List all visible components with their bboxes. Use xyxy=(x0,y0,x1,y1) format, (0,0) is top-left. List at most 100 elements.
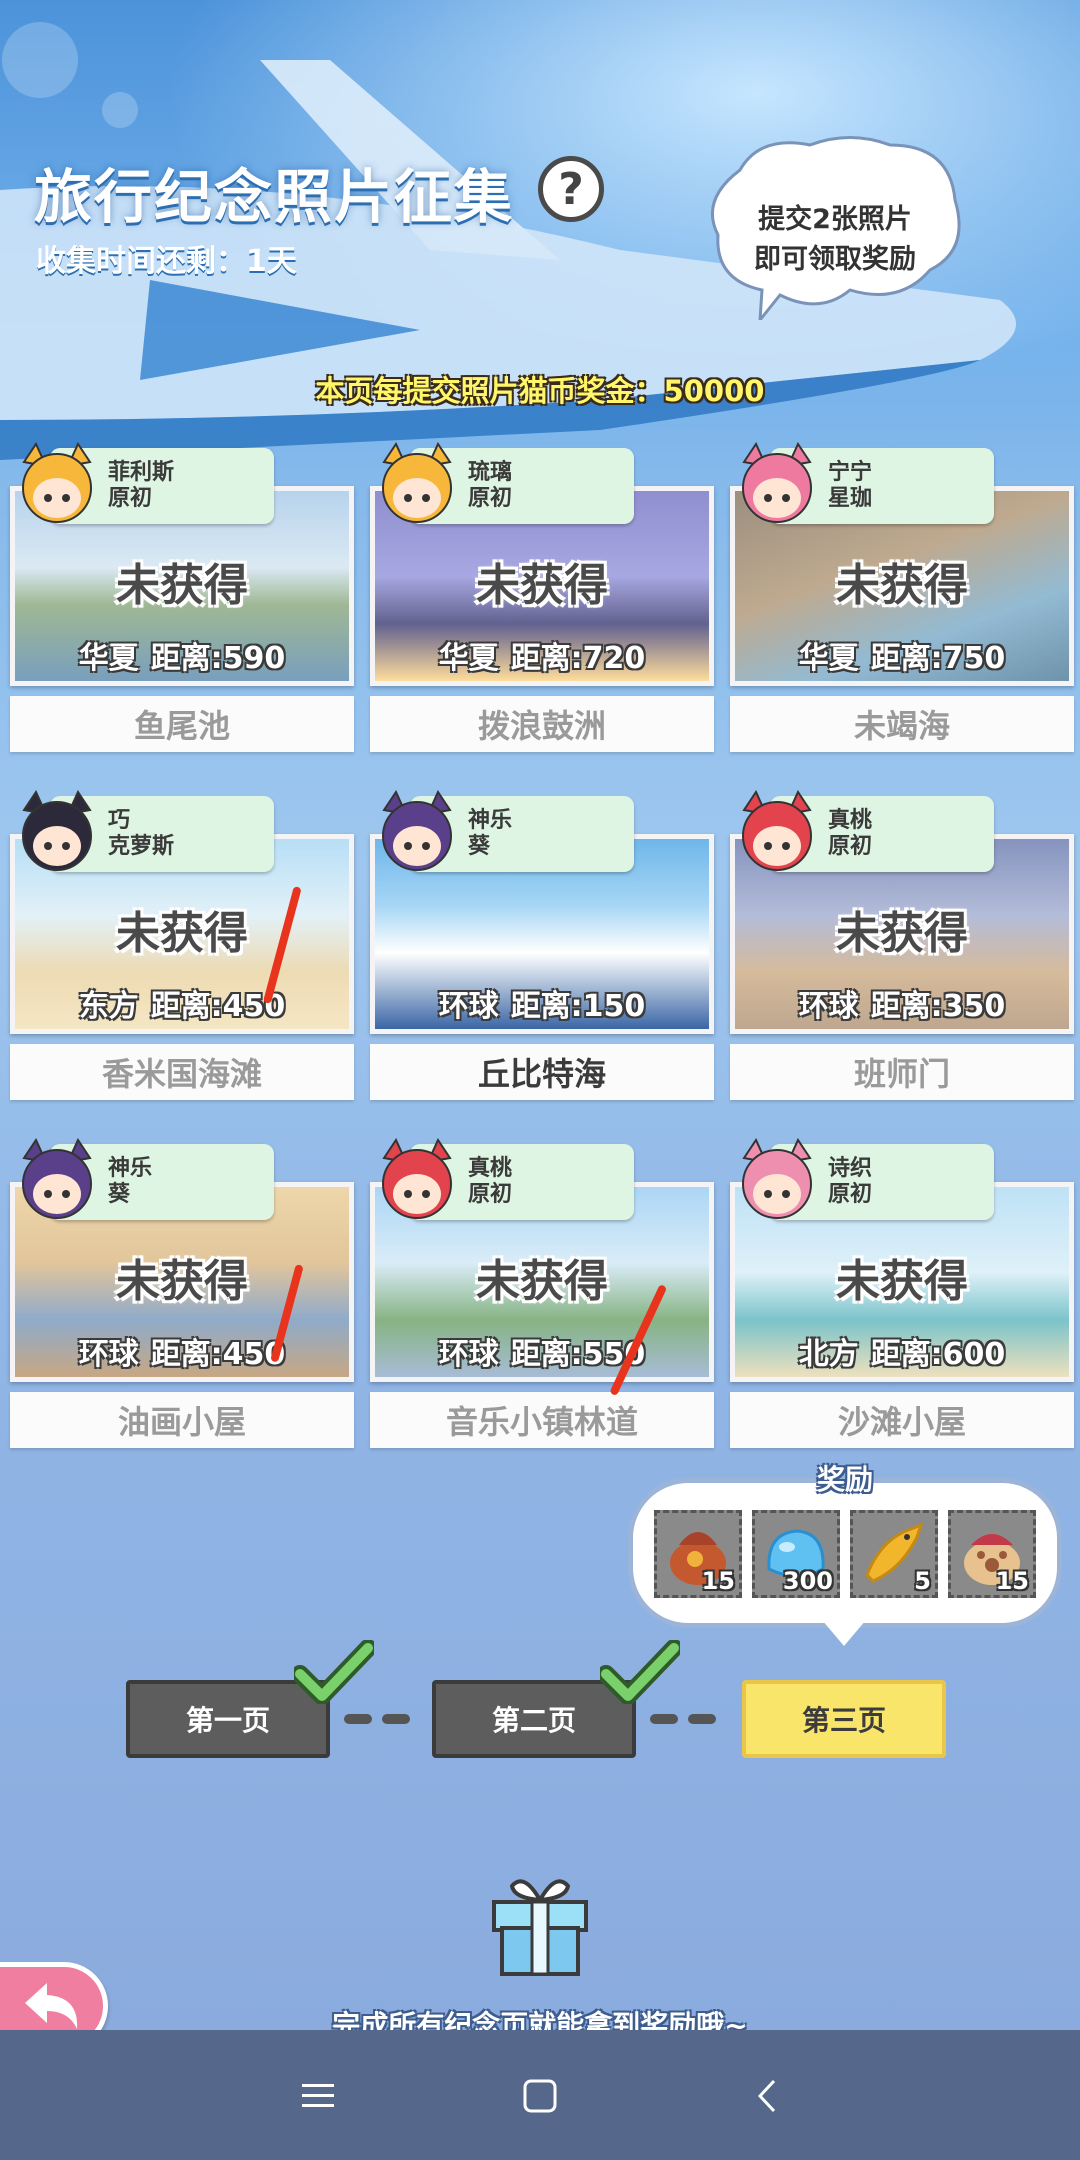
reward-item-paw-bag[interactable]: 15 xyxy=(948,1510,1036,1598)
location-name: 音乐小镇林道 xyxy=(370,1392,714,1448)
reward-item-fish[interactable]: 5 xyxy=(850,1510,938,1598)
location-info: 华夏 距离:590 xyxy=(15,633,349,677)
return-arrow-icon xyxy=(25,1983,78,2029)
question-mark-icon: ? xyxy=(558,163,584,215)
character-name-line2: 原初 xyxy=(468,1182,513,1207)
character-name-line2: 原初 xyxy=(828,1182,873,1207)
photo-card[interactable]: 未获得 环球 距离:350 班师门 真桃 原初 xyxy=(730,790,1074,1106)
character-name: 真桃 原初 xyxy=(468,1156,512,1208)
page-3-button[interactable]: 第三页 xyxy=(742,1680,946,1758)
region-label: 东方 xyxy=(78,989,139,1024)
region-label: 环球 xyxy=(438,989,499,1024)
home-icon[interactable] xyxy=(520,2076,560,2116)
distance-label: 距离:720 xyxy=(510,641,646,676)
region-label: 环球 xyxy=(798,989,859,1024)
location-info: 华夏 距离:750 xyxy=(735,633,1069,677)
help-button[interactable]: ? xyxy=(538,156,604,222)
character-avatar-icon xyxy=(22,442,92,523)
character-avatar-icon xyxy=(742,790,812,871)
location-name: 拨浪鼓洲 xyxy=(370,696,714,752)
page-connector xyxy=(650,1714,678,1724)
not-obtained-label: 未获得 xyxy=(476,560,608,611)
character-avatar-icon xyxy=(742,1138,812,1219)
coin-bonus-text: 本页每提交照片猫币奖金：50000 xyxy=(315,374,765,408)
distance-label: 距离:750 xyxy=(870,641,1006,676)
photo-card[interactable]: 未获得华夏 距离:590 鱼尾池 菲利斯 原初 xyxy=(10,442,354,758)
distance-label: 距离:350 xyxy=(870,989,1006,1024)
bubble-text: 提交2张照片 即可领取奖励 xyxy=(720,200,950,280)
photo-card[interactable]: 未获得 环球 距离:450 油画小屋 神乐葵 xyxy=(10,1138,354,1454)
page-connector xyxy=(688,1714,716,1724)
time-remaining: 收集时间还剩：1天 xyxy=(36,244,297,279)
location-name: 香米国海滩 xyxy=(10,1044,354,1100)
gift-box-icon[interactable] xyxy=(484,1868,596,1980)
reward-count: 5 xyxy=(914,1567,931,1595)
location-name: 沙滩小屋 xyxy=(730,1392,1074,1448)
character-name-line1: 真桃 xyxy=(468,1156,513,1181)
character-name: 神乐葵 xyxy=(108,1156,152,1208)
check-icon xyxy=(600,1640,680,1704)
character-avatar-icon xyxy=(382,1138,452,1219)
location-name: 未竭海 xyxy=(730,696,1074,752)
not-obtained-label: 未获得 xyxy=(116,908,248,959)
location-name: 丘比特海 xyxy=(370,1044,714,1100)
reward-item-blue-slime[interactable]: 300 xyxy=(752,1510,840,1598)
character-name-line2: 原初 xyxy=(108,486,153,511)
bubble-line-1: 提交2张照片 xyxy=(758,204,912,235)
reward-pointer xyxy=(822,1620,866,1646)
location-name: 班师门 xyxy=(730,1044,1074,1100)
character-avatar-icon xyxy=(22,790,92,871)
reward-item-treasure-bag[interactable]: 15 xyxy=(654,1510,742,1598)
distance-label: 距离:600 xyxy=(870,1337,1006,1372)
photo-card[interactable]: 未获得 环球 距离:550 音乐小镇林道 真桃 原初 xyxy=(370,1138,714,1454)
character-name: 真桃 原初 xyxy=(828,808,872,860)
character-name: 宁宁 星珈 xyxy=(828,460,872,512)
region-label: 华夏 xyxy=(78,641,139,676)
character-name: 琉璃 原初 xyxy=(468,460,512,512)
character-name-line2: 原初 xyxy=(468,486,513,511)
location-name: 油画小屋 xyxy=(10,1392,354,1448)
photo-card[interactable]: 未获得华夏 距离:720 拨浪鼓洲 琉璃 原初 xyxy=(370,442,714,758)
region-label: 环球 xyxy=(438,1337,499,1372)
character-name-line1: 琉璃 xyxy=(468,460,513,485)
character-name-line1: 宁宁 xyxy=(828,460,873,485)
character-name-line1: 诗织 xyxy=(828,1156,873,1181)
character-name: 神乐葵 xyxy=(468,808,512,860)
character-name-line2: 葵 xyxy=(108,1182,131,1207)
character-name-line1: 菲利斯 xyxy=(108,460,175,485)
photo-card[interactable]: 未获得华夏 距离:750 未竭海 宁宁 星珈 xyxy=(730,442,1074,758)
reward-count: 15 xyxy=(995,1567,1029,1595)
not-obtained-label: 未获得 xyxy=(836,560,968,611)
location-info: 环球 距离:550 xyxy=(375,1329,709,1373)
back-nav-icon[interactable] xyxy=(748,2076,788,2116)
distance-label: 距离:450 xyxy=(150,1337,286,1372)
location-info: 环球 距离:450 xyxy=(15,1329,349,1373)
page-connector xyxy=(382,1714,410,1724)
distance-label: 距离:150 xyxy=(510,989,646,1024)
photo-card[interactable]: 未获得 北方 距离:600 沙滩小屋 诗织 原初 xyxy=(730,1138,1074,1454)
region-label: 华夏 xyxy=(438,641,499,676)
page-connector xyxy=(344,1714,372,1724)
character-name: 诗织 原初 xyxy=(828,1156,872,1208)
reward-title: 奖励 xyxy=(816,1463,873,1496)
reward-count: 300 xyxy=(782,1567,833,1595)
location-info: 环球 距离:350 xyxy=(735,981,1069,1025)
page-title: 旅行纪念照片征集 xyxy=(34,163,515,231)
character-name-line2: 葵 xyxy=(468,834,491,859)
check-icon xyxy=(294,1640,374,1704)
character-name-line2: 克萝斯 xyxy=(108,834,175,859)
character-name-line2: 原初 xyxy=(828,834,873,859)
region-label: 北方 xyxy=(798,1337,859,1372)
character-avatar-icon xyxy=(742,442,812,523)
location-name: 鱼尾池 xyxy=(10,696,354,752)
photo-card[interactable]: 未获得 东方 距离:450 香米国海滩 巧克萝斯 xyxy=(10,790,354,1106)
location-info: 华夏 距离:720 xyxy=(375,633,709,677)
distance-label: 距离:590 xyxy=(150,641,286,676)
bubble-line-2: 即可领取奖励 xyxy=(754,244,916,275)
menu-icon[interactable] xyxy=(298,2076,338,2116)
not-obtained-label: 未获得 xyxy=(116,560,248,611)
character-name-line1: 神乐 xyxy=(468,808,513,833)
location-info: 东方 距离:450 xyxy=(15,981,349,1025)
region-label: 环球 xyxy=(78,1337,139,1372)
photo-card[interactable]: 环球 距离:150 丘比特海 神乐葵 xyxy=(370,790,714,1106)
